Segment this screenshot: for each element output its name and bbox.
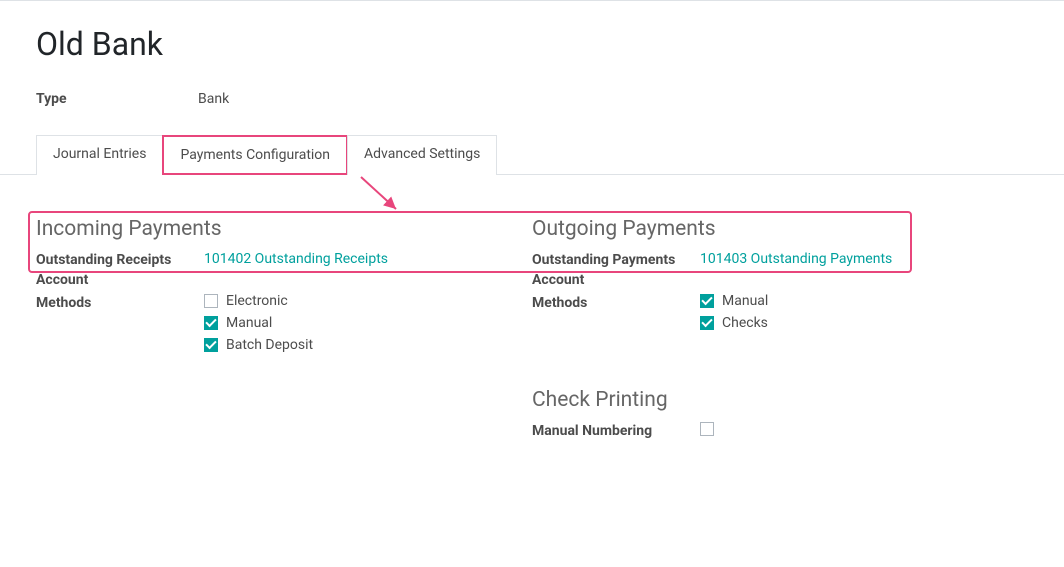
check-printing-title: Check Printing [532,388,1028,412]
incoming-method-batch-deposit-label: Batch Deposit [226,338,313,352]
type-label: Type [36,91,198,107]
outstanding-receipts-link[interactable]: 101402 Outstanding Receipts [204,251,388,267]
outgoing-method-manual-label: Manual [722,294,768,308]
outstanding-payments-link[interactable]: 101403 Outstanding Payments [700,251,892,267]
incoming-section-title: Incoming Payments [36,217,532,241]
incoming-method-manual-label: Manual [226,316,272,330]
page-title: Old Bank [36,25,1028,63]
manual-numbering-label: Manual Numbering [532,422,700,442]
outgoing-section-title: Outgoing Payments [532,217,1028,241]
tabs: Journal Entries Payments Configuration A… [36,135,1028,175]
check-printing-section: Check Printing Manual Numbering [532,388,1028,442]
tab-advanced-settings[interactable]: Advanced Settings [347,135,497,175]
outgoing-payments-section: Outgoing Payments Outstanding Payments A… [532,217,1028,446]
manual-numbering-checkbox[interactable] [700,422,714,436]
incoming-method-electronic-label: Electronic [226,294,288,308]
outgoing-method-checks-label: Checks [722,316,768,330]
outstanding-payments-label: Outstanding Payments Account [532,251,700,290]
outgoing-method-manual-checkbox[interactable] [700,294,714,308]
tab-payments-configuration[interactable]: Payments Configuration [162,135,348,175]
incoming-payments-section: Incoming Payments Outstanding Receipts A… [36,217,532,446]
type-field-row: Type Bank [36,91,1028,107]
incoming-method-batch-deposit-checkbox[interactable] [204,338,218,352]
outgoing-methods-label: Methods [532,294,700,314]
annotation-arrow-icon [356,175,416,215]
outstanding-receipts-label: Outstanding Receipts Account [36,251,204,290]
incoming-method-manual-checkbox[interactable] [204,316,218,330]
incoming-method-electronic-checkbox[interactable] [204,294,218,308]
incoming-methods-label: Methods [36,294,204,314]
outgoing-method-checks-checkbox[interactable] [700,316,714,330]
type-value: Bank [198,91,229,107]
tab-journal-entries[interactable]: Journal Entries [36,135,163,175]
